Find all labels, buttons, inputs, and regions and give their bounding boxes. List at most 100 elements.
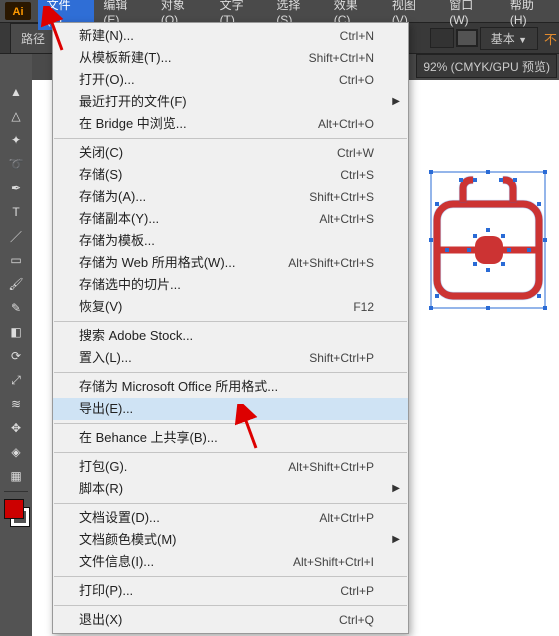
free-transform-tool-icon[interactable]: ✥ [2, 416, 30, 440]
opacity-field-partial: 不 [544, 29, 557, 48]
menu-item[interactable]: 退出(X)Ctrl+Q [53, 609, 408, 631]
fill-color-icon[interactable] [4, 499, 24, 519]
menu-item-label: 脚本(R) [79, 480, 378, 498]
toolbar-divider [4, 491, 28, 492]
menu-item[interactable]: 打开(O)...Ctrl+O [53, 69, 408, 91]
menu-shortcut: F12 [353, 298, 374, 316]
menu-item-label: 退出(X) [79, 611, 339, 629]
line-tool-icon[interactable]: ／ [2, 224, 30, 248]
menu-item[interactable]: 存储为模板... [53, 230, 408, 252]
fill-swatch[interactable] [430, 28, 454, 48]
submenu-arrow-icon: ▶ [392, 531, 400, 549]
menu-item[interactable]: 新建(N)...Ctrl+N [53, 25, 408, 47]
menu-item[interactable]: 存储副本(Y)...Alt+Ctrl+S [53, 208, 408, 230]
menu-item[interactable]: 存储选中的切片... [53, 274, 408, 296]
menu-item-label: 搜索 Adobe Stock... [79, 327, 378, 345]
menu-shortcut: Ctrl+P [340, 582, 374, 600]
shape-builder-tool-icon[interactable]: ◈ [2, 440, 30, 464]
menu-item-label: 导出(E)... [79, 400, 378, 418]
direct-selection-tool-icon[interactable]: △ [2, 104, 30, 128]
menu-item-label: 新建(N)... [79, 27, 340, 45]
menu-item[interactable]: 脚本(R) ▶ [53, 478, 408, 500]
menu-item-label: 存储为 Web 所用格式(W)... [79, 254, 288, 272]
document-status: 92% (CMYK/GPU 预览) [416, 54, 557, 78]
rectangle-tool-icon[interactable]: ▭ [2, 248, 30, 272]
menu-item-label: 在 Behance 上共享(B)... [79, 429, 378, 447]
svg-text:Ai: Ai [12, 6, 23, 18]
menubar-item[interactable]: 窗口(W) [440, 0, 501, 30]
menu-shortcut: Ctrl+N [340, 27, 374, 45]
menu-item-label: 关闭(C) [79, 144, 337, 162]
menu-item[interactable]: 置入(L)...Shift+Ctrl+P [53, 347, 408, 369]
menu-item-label: 恢复(V) [79, 298, 353, 316]
selection-tool-icon[interactable]: ▲ [2, 80, 30, 104]
menu-item[interactable]: 在 Bridge 中浏览...Alt+Ctrl+O [53, 113, 408, 135]
menu-shortcut: Alt+Ctrl+O [318, 115, 374, 133]
menu-item-label: 最近打开的文件(F) [79, 93, 378, 111]
menu-separator [54, 321, 407, 322]
menu-item[interactable]: 文档颜色模式(M) ▶ [53, 529, 408, 551]
menubar: Ai 文件(F)编辑(E)对象(O)文字(T)选择(S)效果(C)视图(V)窗口… [0, 0, 559, 22]
menu-item-label: 存储为 Microsoft Office 所用格式... [79, 378, 378, 396]
style-dropdown[interactable]: 基本 ▼ [480, 27, 538, 50]
menu-item[interactable]: 打包(G).Alt+Shift+Ctrl+P [53, 456, 408, 478]
menu-separator [54, 452, 407, 453]
selected-artwork[interactable] [429, 170, 547, 310]
pencil-tool-icon[interactable]: ✎ [2, 296, 30, 320]
menu-separator [54, 503, 407, 504]
menu-shortcut: Ctrl+W [337, 144, 374, 162]
menu-item[interactable]: 导出(E)... [53, 398, 408, 420]
menu-item[interactable]: 搜索 Adobe Stock... [53, 325, 408, 347]
menu-item-label: 存储为模板... [79, 232, 378, 250]
toolbar: ▲△✦➰✒T／▭🖌✎◧⟳⤢≋✥◈▦ [0, 54, 32, 636]
type-tool-icon[interactable]: T [2, 200, 30, 224]
menu-shortcut: Shift+Ctrl+S [309, 188, 374, 206]
menu-item[interactable]: 打印(P)...Ctrl+P [53, 580, 408, 602]
eraser-tool-icon[interactable]: ◧ [2, 320, 30, 344]
menu-item[interactable]: 恢复(V)F12 [53, 296, 408, 318]
menu-item-label: 置入(L)... [79, 349, 309, 367]
menu-separator [54, 372, 407, 373]
submenu-arrow-icon: ▶ [392, 93, 400, 111]
menu-item-label: 打开(O)... [79, 71, 339, 89]
width-tool-icon[interactable]: ≋ [2, 392, 30, 416]
perspective-tool-icon[interactable]: ▦ [2, 464, 30, 488]
menu-item[interactable]: 文档设置(D)...Alt+Ctrl+P [53, 507, 408, 529]
menu-item[interactable]: 存储为(A)...Shift+Ctrl+S [53, 186, 408, 208]
pen-tool-icon[interactable]: ✒ [2, 176, 30, 200]
menu-item[interactable]: 从模板新建(T)...Shift+Ctrl+N [53, 47, 408, 69]
menu-item-label: 存储(S) [79, 166, 340, 184]
menubar-item[interactable]: 帮助(H) [501, 0, 559, 30]
menu-shortcut: Shift+Ctrl+P [309, 349, 374, 367]
menu-item-label: 打包(G). [79, 458, 288, 476]
fill-stroke-control[interactable] [2, 497, 30, 527]
menu-item[interactable]: 在 Behance 上共享(B)... [53, 427, 408, 449]
menu-item-label: 存储副本(Y)... [79, 210, 319, 228]
menu-separator [54, 605, 407, 606]
menu-shortcut: Ctrl+O [339, 71, 374, 89]
menu-item[interactable]: 最近打开的文件(F) ▶ [53, 91, 408, 113]
magic-wand-tool-icon[interactable]: ✦ [2, 128, 30, 152]
menu-item-label: 文档颜色模式(M) [79, 531, 378, 549]
file-menu-dropdown: 新建(N)...Ctrl+N从模板新建(T)...Shift+Ctrl+N打开(… [52, 22, 409, 634]
menu-separator [54, 138, 407, 139]
lasso-tool-icon[interactable]: ➰ [2, 152, 30, 176]
menu-item[interactable]: 关闭(C)Ctrl+W [53, 142, 408, 164]
menu-item-label: 打印(P)... [79, 582, 340, 600]
stroke-swatch[interactable] [456, 29, 478, 47]
menu-item[interactable]: 存储为 Microsoft Office 所用格式... [53, 376, 408, 398]
menu-item-label: 存储选中的切片... [79, 276, 378, 294]
menu-item-label: 文档设置(D)... [79, 509, 319, 527]
menu-item[interactable]: 存储(S)Ctrl+S [53, 164, 408, 186]
rotate-tool-icon[interactable]: ⟳ [2, 344, 30, 368]
paintbrush-tool-icon[interactable]: 🖌 [2, 272, 30, 296]
menu-shortcut: Alt+Shift+Ctrl+I [293, 553, 374, 571]
menu-item-label: 存储为(A)... [79, 188, 309, 206]
menu-shortcut: Ctrl+Q [339, 611, 374, 629]
submenu-arrow-icon: ▶ [392, 480, 400, 498]
menu-item[interactable]: 存储为 Web 所用格式(W)...Alt+Shift+Ctrl+S [53, 252, 408, 274]
menu-shortcut: Shift+Ctrl+N [309, 49, 374, 67]
menu-item-label: 在 Bridge 中浏览... [79, 115, 318, 133]
menu-item[interactable]: 文件信息(I)...Alt+Shift+Ctrl+I [53, 551, 408, 573]
scale-tool-icon[interactable]: ⤢ [2, 368, 30, 392]
